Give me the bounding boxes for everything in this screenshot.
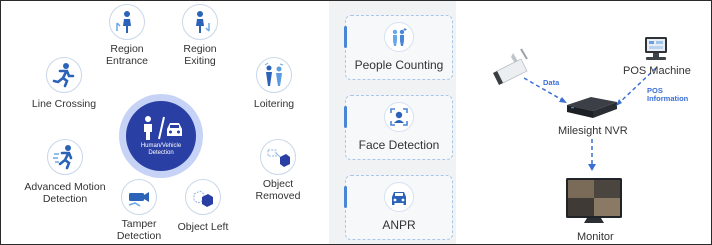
feature-label: Advanced Motion Detection — [24, 181, 106, 205]
feature-advanced-motion: Advanced Motion Detection — [22, 139, 108, 205]
face-detection-icon — [384, 102, 414, 132]
running-person-icon — [46, 57, 82, 93]
feature-region-entrance: Region Entrance — [102, 4, 152, 67]
diagram-frame: Region Entrance Region Exiting Line Cros… — [0, 0, 712, 245]
analytics-card-anpr: ANPR — [344, 175, 453, 240]
feature-label: Object Left — [177, 221, 229, 233]
monitor-label: Monitor — [577, 231, 614, 243]
arrowhead — [559, 97, 567, 103]
topology-drawing — [493, 37, 667, 223]
hub-label: Human/Vehicle Detection — [140, 143, 182, 156]
nvr-device-icon — [567, 97, 617, 118]
object-left-icon — [185, 179, 221, 215]
feature-tamper: Tamper Detection — [111, 179, 167, 242]
tamper-camera-icon — [121, 179, 157, 215]
card-accent-bar — [344, 106, 347, 128]
anpr-car-icon — [384, 182, 414, 212]
nvr-label: Milesight NVR — [558, 125, 628, 137]
smart-detection-wheel: Region Entrance Region Exiting Line Cros… — [1, 1, 323, 244]
human-vehicle-detection-hub: Human/Vehicle Detection — [119, 94, 203, 178]
feature-line-crossing: Line Crossing — [29, 57, 99, 110]
region-entrance-icon — [109, 4, 145, 40]
feature-object-left: Object Left — [173, 179, 233, 233]
card-accent-bar — [344, 26, 347, 48]
data-flow-label: Data — [543, 78, 560, 87]
analytics-label: ANPR — [382, 218, 416, 232]
feature-loitering: Loitering — [243, 57, 305, 110]
feature-region-exiting: Region Exiting — [175, 4, 225, 67]
loitering-people-icon — [256, 57, 292, 93]
feature-label: Region Entrance — [105, 43, 149, 67]
analytics-card-face-detection: Face Detection — [344, 95, 453, 160]
feature-object-removed: Object Removed — [242, 139, 314, 202]
object-removed-icon — [260, 139, 296, 175]
bullet-camera-icon — [493, 48, 528, 85]
feature-label: Loitering — [253, 98, 295, 110]
analytics-card-people-counting: People Counting — [344, 15, 453, 80]
person-car-icon — [144, 116, 182, 140]
people-counting-icon — [384, 22, 414, 52]
pos-information-flow-label: POS Information — [647, 86, 689, 103]
feature-label: Object Removed — [255, 178, 301, 202]
feature-label: Tamper Detection — [116, 218, 162, 242]
system-topology: POS Machine Data POS Information Milesig… — [461, 1, 711, 244]
pos-machine-label: POS Machine — [623, 65, 691, 77]
analytics-column: People Counting Face Detection ANPR — [329, 1, 456, 244]
feature-label: Line Crossing — [31, 98, 97, 110]
hub-core: Human/Vehicle Detection — [126, 101, 196, 171]
card-accent-bar — [344, 186, 347, 208]
analytics-label: Face Detection — [358, 138, 440, 152]
analytics-label: People Counting — [354, 58, 444, 72]
region-exiting-icon — [182, 4, 218, 40]
monitor-icon — [566, 178, 622, 223]
feature-label: Region Exiting — [183, 43, 217, 67]
arrowhead — [588, 164, 596, 171]
motion-person-icon — [47, 139, 83, 175]
pos-machine-icon — [645, 37, 667, 60]
